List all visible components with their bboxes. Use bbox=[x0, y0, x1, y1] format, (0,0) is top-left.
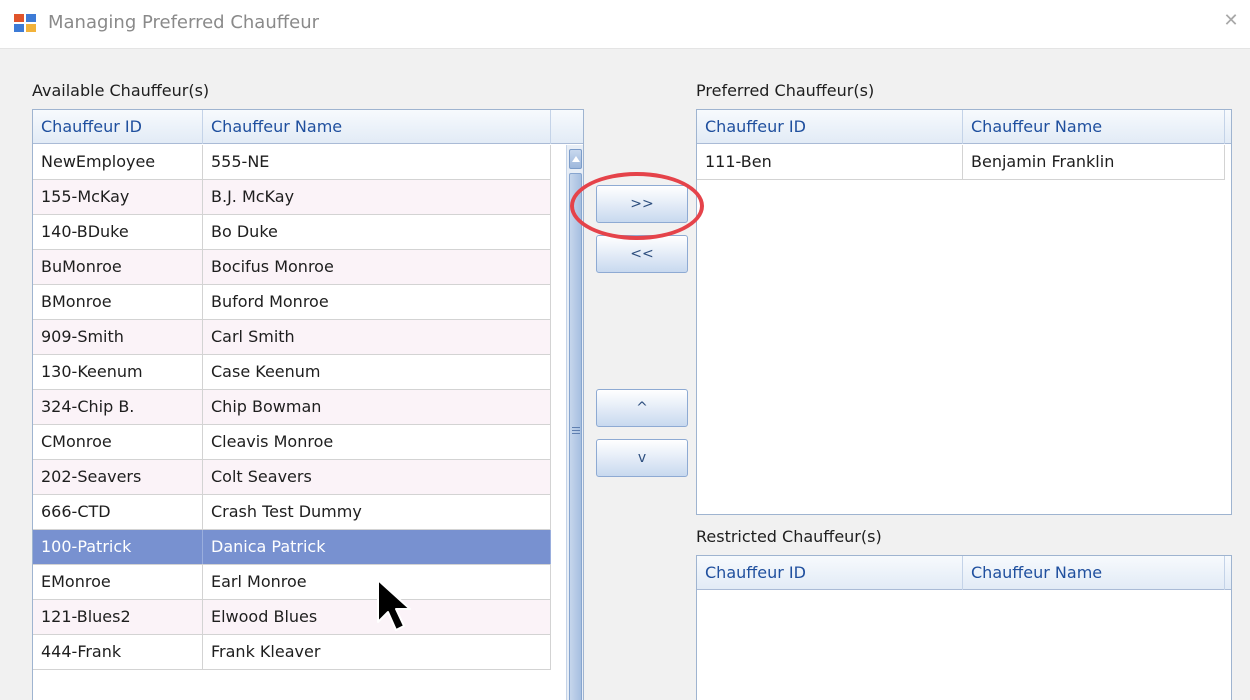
column-header-name[interactable]: Chauffeur Name bbox=[963, 110, 1225, 144]
vertical-scrollbar[interactable] bbox=[566, 145, 583, 700]
remove-from-preferred-button[interactable]: << bbox=[596, 235, 688, 273]
chauffeur-id-cell: 155-McKay bbox=[33, 180, 203, 214]
table-row[interactable]: CMonroe Cleavis Monroe bbox=[33, 425, 551, 460]
scroll-thumb[interactable] bbox=[569, 173, 582, 700]
chauffeur-name-cell: Bo Duke bbox=[203, 215, 551, 249]
window-title: Managing Preferred Chauffeur bbox=[48, 12, 320, 33]
chauffeur-name-cell: Frank Kleaver bbox=[203, 635, 551, 669]
preferred-label: Preferred Chauffeur(s) bbox=[696, 81, 875, 100]
chauffeur-id-cell: 111-Ben bbox=[697, 145, 963, 179]
available-label: Available Chauffeur(s) bbox=[32, 81, 210, 100]
preferred-chauffeurs-grid[interactable]: Chauffeur ID Chauffeur Name 111-Ben Benja… bbox=[696, 109, 1232, 515]
move-up-button[interactable]: ^ bbox=[596, 389, 688, 427]
table-row[interactable]: 666-CTD Crash Test Dummy bbox=[33, 495, 551, 530]
grid-header: Chauffeur ID Chauffeur Name bbox=[697, 556, 1231, 590]
chauffeur-name-cell: Earl Monroe bbox=[203, 565, 551, 599]
chauffeur-id-cell: EMonroe bbox=[33, 565, 203, 599]
table-row[interactable]: NewEmployee 555-NE bbox=[33, 145, 551, 180]
thumb-grip-line bbox=[572, 433, 580, 434]
chauffeur-name-cell: Chip Bowman bbox=[203, 390, 551, 424]
table-row[interactable]: 324-Chip B. Chip Bowman bbox=[33, 390, 551, 425]
chauffeur-id-cell: 444-Frank bbox=[33, 635, 203, 669]
move-down-button[interactable]: v bbox=[596, 439, 688, 477]
restricted-chauffeurs-grid[interactable]: Chauffeur ID Chauffeur Name bbox=[696, 555, 1232, 700]
chauffeur-name-cell: Buford Monroe bbox=[203, 285, 551, 319]
chauffeur-name-cell: Bocifus Monroe bbox=[203, 250, 551, 284]
table-row[interactable]: BMonroe Buford Monroe bbox=[33, 285, 551, 320]
chauffeur-id-cell: BMonroe bbox=[33, 285, 203, 319]
chauffeur-id-cell: 909-Smith bbox=[33, 320, 203, 354]
add-to-preferred-button[interactable]: >> bbox=[596, 185, 688, 223]
chauffeur-id-cell: NewEmployee bbox=[33, 145, 203, 179]
table-row[interactable]: EMonroe Earl Monroe bbox=[33, 565, 551, 600]
table-row[interactable]: 444-Frank Frank Kleaver bbox=[33, 635, 551, 670]
chauffeur-name-cell: Carl Smith bbox=[203, 320, 551, 354]
grid-header: Chauffeur ID Chauffeur Name bbox=[33, 110, 583, 144]
chauffeur-id-cell: CMonroe bbox=[33, 425, 203, 459]
chauffeur-id-cell: 202-Seavers bbox=[33, 460, 203, 494]
table-row[interactable]: BuMonroe Bocifus Monroe bbox=[33, 250, 551, 285]
table-row[interactable]: 140-BDuke Bo Duke bbox=[33, 215, 551, 250]
table-row[interactable]: 155-McKay B.J. McKay bbox=[33, 180, 551, 215]
chauffeur-id-cell: 666-CTD bbox=[33, 495, 203, 529]
column-header-name[interactable]: Chauffeur Name bbox=[963, 556, 1225, 590]
chauffeur-name-cell: Crash Test Dummy bbox=[203, 495, 551, 529]
chauffeur-name-cell: Elwood Blues bbox=[203, 600, 551, 634]
app-window-icon bbox=[14, 14, 36, 32]
chauffeur-name-cell: Cleavis Monroe bbox=[203, 425, 551, 459]
table-row[interactable]: 121-Blues2 Elwood Blues bbox=[33, 600, 551, 635]
table-row[interactable]: 111-Ben Benjamin Franklin bbox=[697, 145, 1225, 180]
table-row[interactable]: 202-Seavers Colt Seavers bbox=[33, 460, 551, 495]
column-header-id[interactable]: Chauffeur ID bbox=[33, 110, 203, 144]
table-row[interactable]: 100-Patrick Danica Patrick bbox=[33, 530, 551, 565]
thumb-grip-line bbox=[572, 427, 580, 428]
chauffeur-name-cell: Danica Patrick bbox=[203, 530, 551, 564]
column-header-name[interactable]: Chauffeur Name bbox=[203, 110, 551, 144]
dialog-body: Available Chauffeur(s) Chauffeur ID Chau… bbox=[0, 48, 1250, 700]
title-bar: Managing Preferred Chauffeur ✕ bbox=[0, 0, 1250, 48]
scroll-up-button[interactable] bbox=[569, 149, 582, 169]
chauffeur-id-cell: 140-BDuke bbox=[33, 215, 203, 249]
chauffeur-id-cell: 121-Blues2 bbox=[33, 600, 203, 634]
chauffeur-name-cell: Colt Seavers bbox=[203, 460, 551, 494]
table-row[interactable]: 130-Keenum Case Keenum bbox=[33, 355, 551, 390]
chauffeur-id-cell: 100-Patrick bbox=[33, 530, 203, 564]
table-row[interactable]: 909-Smith Carl Smith bbox=[33, 320, 551, 355]
chauffeur-name-cell: Case Keenum bbox=[203, 355, 551, 389]
chauffeur-id-cell: 324-Chip B. bbox=[33, 390, 203, 424]
chauffeur-name-cell: 555-NE bbox=[203, 145, 551, 179]
close-icon[interactable]: ✕ bbox=[1222, 12, 1240, 30]
chauffeur-name-cell: B.J. McKay bbox=[203, 180, 551, 214]
restricted-label: Restricted Chauffeur(s) bbox=[696, 527, 882, 546]
thumb-grip-line bbox=[572, 430, 580, 431]
column-header-id[interactable]: Chauffeur ID bbox=[697, 110, 963, 144]
grid-header: Chauffeur ID Chauffeur Name bbox=[697, 110, 1231, 144]
column-header-id[interactable]: Chauffeur ID bbox=[697, 556, 963, 590]
chauffeur-id-cell: BuMonroe bbox=[33, 250, 203, 284]
chauffeur-name-cell: Benjamin Franklin bbox=[963, 145, 1225, 179]
chauffeur-id-cell: 130-Keenum bbox=[33, 355, 203, 389]
available-chauffeurs-grid[interactable]: Chauffeur ID Chauffeur Name NewEmployee 5… bbox=[32, 109, 584, 700]
